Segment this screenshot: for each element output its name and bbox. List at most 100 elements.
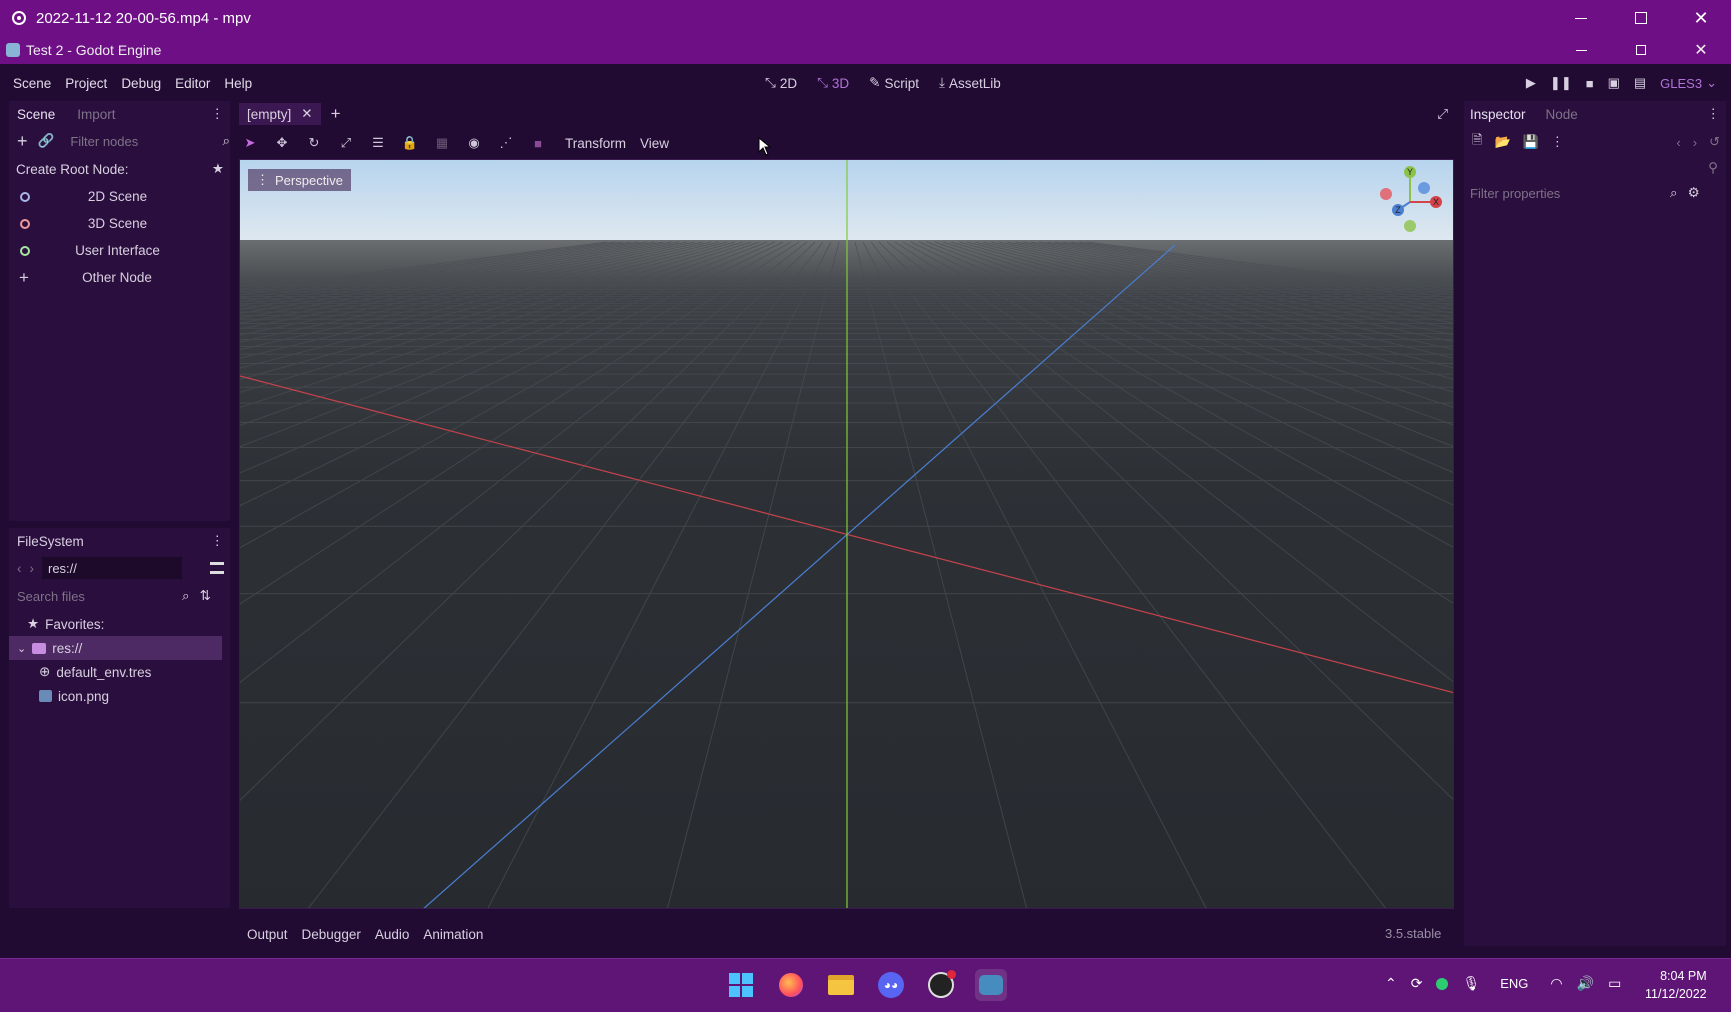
microphone-icon[interactable]: 🎙: [1462, 975, 1480, 992]
stop-icon[interactable]: ■: [1586, 76, 1594, 91]
filesystem-dock: FileSystem ⋮ ‹ › res:// Search files ⌕ ⇅…: [9, 528, 230, 908]
link-icon[interactable]: 🔗: [38, 133, 55, 149]
perspective-button[interactable]: ⋮ Perspective: [248, 169, 351, 191]
view-menu[interactable]: View: [640, 136, 669, 151]
snap-icon[interactable]: ⋰: [495, 132, 517, 154]
save-icon[interactable]: 💾: [1523, 134, 1539, 150]
favorite-star-icon[interactable]: ★: [212, 161, 224, 177]
res-root-item[interactable]: ⌄ res://: [9, 636, 222, 660]
scene-tab[interactable]: [empty] ✕: [239, 103, 321, 125]
file-explorer-icon[interactable]: [825, 969, 857, 1001]
menu-project[interactable]: Project: [58, 76, 114, 91]
path-field[interactable]: res://: [42, 557, 182, 579]
discord-icon[interactable]: ◕◕: [875, 969, 907, 1001]
dock-menu-icon[interactable]: ⋮: [211, 533, 225, 549]
sync-icon[interactable]: ⟳: [1411, 975, 1423, 992]
mode-2d-button[interactable]: ⤡ 2D: [765, 75, 797, 91]
play-icon[interactable]: ▶: [1526, 75, 1536, 91]
mode-3d-button[interactable]: ⤡ 3D: [817, 75, 849, 91]
list-select-icon[interactable]: ☰: [367, 132, 389, 154]
firefox-icon[interactable]: [775, 969, 807, 1001]
godot-minimize-button[interactable]: [1551, 36, 1611, 64]
favorites-item[interactable]: ★ Favorites:: [9, 612, 230, 636]
settings-icon[interactable]: ⚙: [1688, 185, 1700, 201]
status-dot-icon[interactable]: [1436, 977, 1449, 990]
sort-icon[interactable]: ⇅: [200, 588, 211, 604]
tab-audio[interactable]: Audio: [375, 927, 410, 942]
camera-icon[interactable]: ■: [527, 132, 549, 154]
language-indicator[interactable]: ENG: [1500, 976, 1528, 991]
battery-icon[interactable]: ▭: [1608, 975, 1621, 992]
local-space-icon[interactable]: ◉: [463, 132, 485, 154]
root-node-user-interface[interactable]: User Interface: [9, 237, 230, 264]
circle-ui-icon: [20, 245, 30, 256]
play-scene-icon[interactable]: ▣: [1608, 75, 1620, 91]
open-folder-icon[interactable]: 📂: [1494, 134, 1510, 150]
object-properties-icon[interactable]: ⚲: [1708, 160, 1718, 176]
tab-animation[interactable]: Animation: [423, 927, 483, 942]
lock-icon[interactable]: 🔒: [399, 132, 421, 154]
split-view-icon[interactable]: [210, 562, 224, 574]
chevron-down-icon[interactable]: ⌄: [1706, 75, 1717, 91]
group-icon[interactable]: ▦: [431, 132, 453, 154]
taskbar: ◕◕ ⌃ ⟳ 🎙 ENG ◠ 🔊 ▭ 8:04 PM 11/12/2022: [0, 958, 1731, 1012]
tray-chevron-up-icon[interactable]: ⌃: [1385, 975, 1397, 992]
menu-debug[interactable]: Debug: [114, 76, 168, 91]
obs-icon[interactable]: [925, 969, 957, 1001]
file-item[interactable]: ⊕ default_env.tres: [9, 660, 230, 684]
history-forward-icon[interactable]: ›: [1693, 135, 1697, 150]
menu-editor[interactable]: Editor: [168, 76, 217, 91]
root-node-3d-scene[interactable]: 3D Scene: [9, 210, 230, 237]
menu-help[interactable]: Help: [217, 76, 259, 91]
3d-viewport[interactable]: ⋮ Perspective Y X Z: [239, 159, 1454, 909]
forward-icon[interactable]: ›: [30, 561, 35, 576]
volume-icon[interactable]: 🔊: [1577, 975, 1594, 992]
dock-menu-icon[interactable]: ⋮: [211, 106, 225, 122]
minimize-button[interactable]: [1551, 0, 1611, 36]
tab-debugger[interactable]: Debugger: [302, 927, 361, 942]
orientation-gizmo[interactable]: Y X Z: [1380, 164, 1450, 234]
filter-properties-input[interactable]: Filter properties: [1470, 182, 1670, 204]
root-node-2d-scene[interactable]: 2D Scene: [9, 183, 230, 210]
tab-import[interactable]: Import: [77, 107, 115, 122]
scale-tool-icon[interactable]: ⤢: [335, 132, 357, 154]
maximize-button[interactable]: [1611, 0, 1671, 36]
dock-menu-icon[interactable]: ⋮: [1707, 106, 1721, 122]
back-icon[interactable]: ‹: [17, 561, 22, 576]
spatial-toolbar: ➤ ✥ ↻ ⤢ ☰ 🔒 ▦ ◉ ⋰ ■ Transform View: [239, 128, 670, 158]
move-tool-icon[interactable]: ✥: [271, 132, 293, 154]
history-icon[interactable]: ↺: [1709, 134, 1720, 150]
tab-scene[interactable]: Scene: [17, 107, 55, 122]
tab-inspector[interactable]: Inspector: [1470, 107, 1526, 122]
clock[interactable]: 8:04 PM 11/12/2022: [1645, 967, 1707, 1003]
history-back-icon[interactable]: ‹: [1676, 135, 1680, 150]
add-tab-icon[interactable]: +: [331, 104, 341, 124]
root-node-label: 2D Scene: [87, 189, 148, 204]
godot-app-icon[interactable]: [975, 969, 1007, 1001]
file-item[interactable]: icon.png: [9, 684, 230, 708]
close-tab-icon[interactable]: ✕: [301, 106, 312, 122]
add-node-icon[interactable]: +: [17, 131, 28, 152]
tab-output[interactable]: Output: [247, 927, 288, 942]
search-files-input[interactable]: Search files: [17, 585, 182, 607]
mode-script-button[interactable]: ✎ Script: [869, 75, 919, 91]
distraction-free-icon[interactable]: ⤢: [1437, 106, 1448, 122]
root-node-other[interactable]: + Other Node: [9, 264, 230, 291]
rotate-tool-icon[interactable]: ↻: [303, 132, 325, 154]
more-icon[interactable]: ⋮: [1551, 134, 1564, 150]
menu-scene[interactable]: Scene: [6, 76, 58, 91]
godot-restore-button[interactable]: [1611, 36, 1671, 64]
wifi-icon[interactable]: ◠: [1550, 975, 1562, 992]
tab-node[interactable]: Node: [1546, 107, 1578, 122]
select-tool-icon[interactable]: ➤: [239, 132, 261, 154]
godot-close-button[interactable]: ✕: [1671, 36, 1731, 64]
mode-assetlib-button[interactable]: ⤓ AssetLib: [939, 75, 1001, 91]
windows-start-icon[interactable]: [725, 969, 757, 1001]
close-button[interactable]: ✕: [1671, 0, 1731, 36]
filter-nodes-input[interactable]: Filter nodes: [64, 130, 212, 152]
transform-menu[interactable]: Transform: [565, 136, 626, 151]
new-resource-icon[interactable]: 🗎: [1472, 131, 1482, 153]
play-custom-scene-icon[interactable]: ▤: [1634, 75, 1646, 91]
pause-icon[interactable]: ❚❚: [1550, 75, 1572, 91]
renderer-dropdown[interactable]: GLES3: [1660, 76, 1702, 91]
